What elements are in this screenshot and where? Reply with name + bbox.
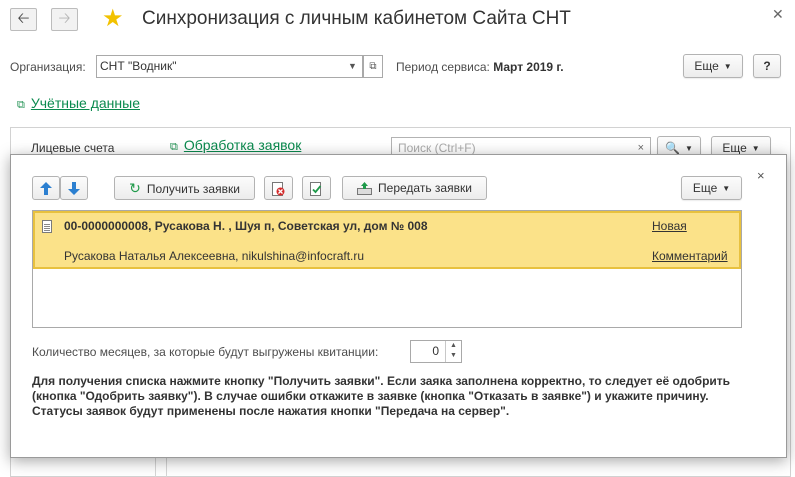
- dialog-more-label: Еще: [692, 181, 718, 195]
- request-subtitle: Русакова Наталья Алексеевна, nikulshina@…: [64, 249, 365, 263]
- request-comment-link[interactable]: Комментарий: [652, 249, 728, 263]
- arrow-right-icon: 🡢: [58, 10, 71, 27]
- close-icon[interactable]: ✕: [772, 6, 784, 23]
- get-requests-label: Получить заявки: [146, 182, 240, 196]
- service-period: Период сервиса: Март 2019 г.: [396, 60, 564, 74]
- dialog-close-icon[interactable]: ×: [757, 168, 765, 183]
- reject-document-icon: [272, 181, 285, 196]
- send-icon: [357, 182, 373, 196]
- chevron-up-icon[interactable]: ▲: [450, 342, 457, 349]
- chevron-down-icon: ▼: [348, 61, 357, 71]
- organization-dropdown-button[interactable]: ▼: [343, 55, 363, 78]
- process-requests-link-label: Обработка заявок: [183, 137, 302, 153]
- background-column-divider: [155, 455, 156, 477]
- chevron-down-icon[interactable]: ▼: [450, 352, 457, 359]
- stepper-arrows[interactable]: ▲ ▼: [445, 341, 461, 362]
- open-icon: ⧉: [369, 61, 377, 72]
- approve-request-button[interactable]: [302, 176, 331, 200]
- arrow-up-icon: [40, 182, 52, 196]
- send-requests-button[interactable]: Передать заявки: [342, 176, 487, 200]
- arrow-down-icon: [68, 182, 80, 196]
- forward-button[interactable]: 🡢: [51, 8, 78, 31]
- get-requests-button[interactable]: ↻ Получить заявки: [114, 176, 255, 200]
- help-button[interactable]: ?: [753, 54, 781, 78]
- chevron-down-icon: ▼: [723, 62, 732, 71]
- chevron-down-icon: ▼: [751, 144, 760, 153]
- send-requests-label: Передать заявки: [378, 181, 472, 195]
- service-period-value: Март 2019 г.: [493, 60, 564, 74]
- more-button[interactable]: Еще ▼: [683, 54, 743, 78]
- refresh-icon: ↻: [129, 180, 141, 196]
- chevron-down-icon: ▼: [685, 144, 693, 153]
- credentials-link-label: Учётные данные: [30, 95, 140, 111]
- arrow-left-icon: 🡠: [17, 10, 30, 27]
- service-period-label: Период сервиса:: [396, 60, 490, 74]
- background-more-label: Еще: [722, 141, 747, 155]
- star-icon[interactable]: ★: [102, 6, 124, 32]
- months-label: Количество месяцев, за которые будут выг…: [32, 345, 379, 359]
- months-stepper[interactable]: 0 ▲ ▼: [410, 340, 462, 363]
- link-icon: ⧉: [170, 141, 178, 153]
- tab-accounts[interactable]: Лицевые счета: [31, 141, 114, 155]
- organization-open-button[interactable]: ⧉: [363, 55, 383, 78]
- link-icon: ⧉: [17, 99, 25, 111]
- back-button[interactable]: 🡠: [10, 8, 37, 31]
- credentials-link[interactable]: ⧉ Учётные данные: [17, 95, 140, 112]
- request-title: 00-0000000008, Русакова Н. , Шуя п, Сове…: [64, 219, 428, 233]
- request-status-link[interactable]: Новая: [652, 219, 687, 233]
- search-icon: 🔍: [665, 141, 681, 155]
- reject-request-button[interactable]: [264, 176, 293, 200]
- months-value: 0: [432, 344, 439, 358]
- dialog-more-button[interactable]: Еще ▼: [681, 176, 742, 200]
- organization-field[interactable]: СНТ "Водник": [96, 55, 344, 78]
- process-requests-link[interactable]: ⧉ Обработка заявок: [170, 137, 301, 154]
- instructions-text: Для получения списка нажмите кнопку "Пол…: [32, 374, 731, 418]
- organization-label: Организация:: [10, 60, 86, 74]
- approve-document-icon: [310, 181, 322, 196]
- background-column-divider: [166, 455, 167, 477]
- chevron-down-icon: ▼: [722, 184, 731, 193]
- move-down-button[interactable]: [60, 176, 88, 200]
- document-icon: [42, 220, 52, 233]
- window-title: Синхронизация с личным кабинетом Сайта С…: [142, 8, 571, 29]
- search-placeholder: Поиск (Ctrl+F): [398, 141, 476, 155]
- move-up-button[interactable]: [32, 176, 60, 200]
- more-button-label: Еще: [694, 59, 719, 73]
